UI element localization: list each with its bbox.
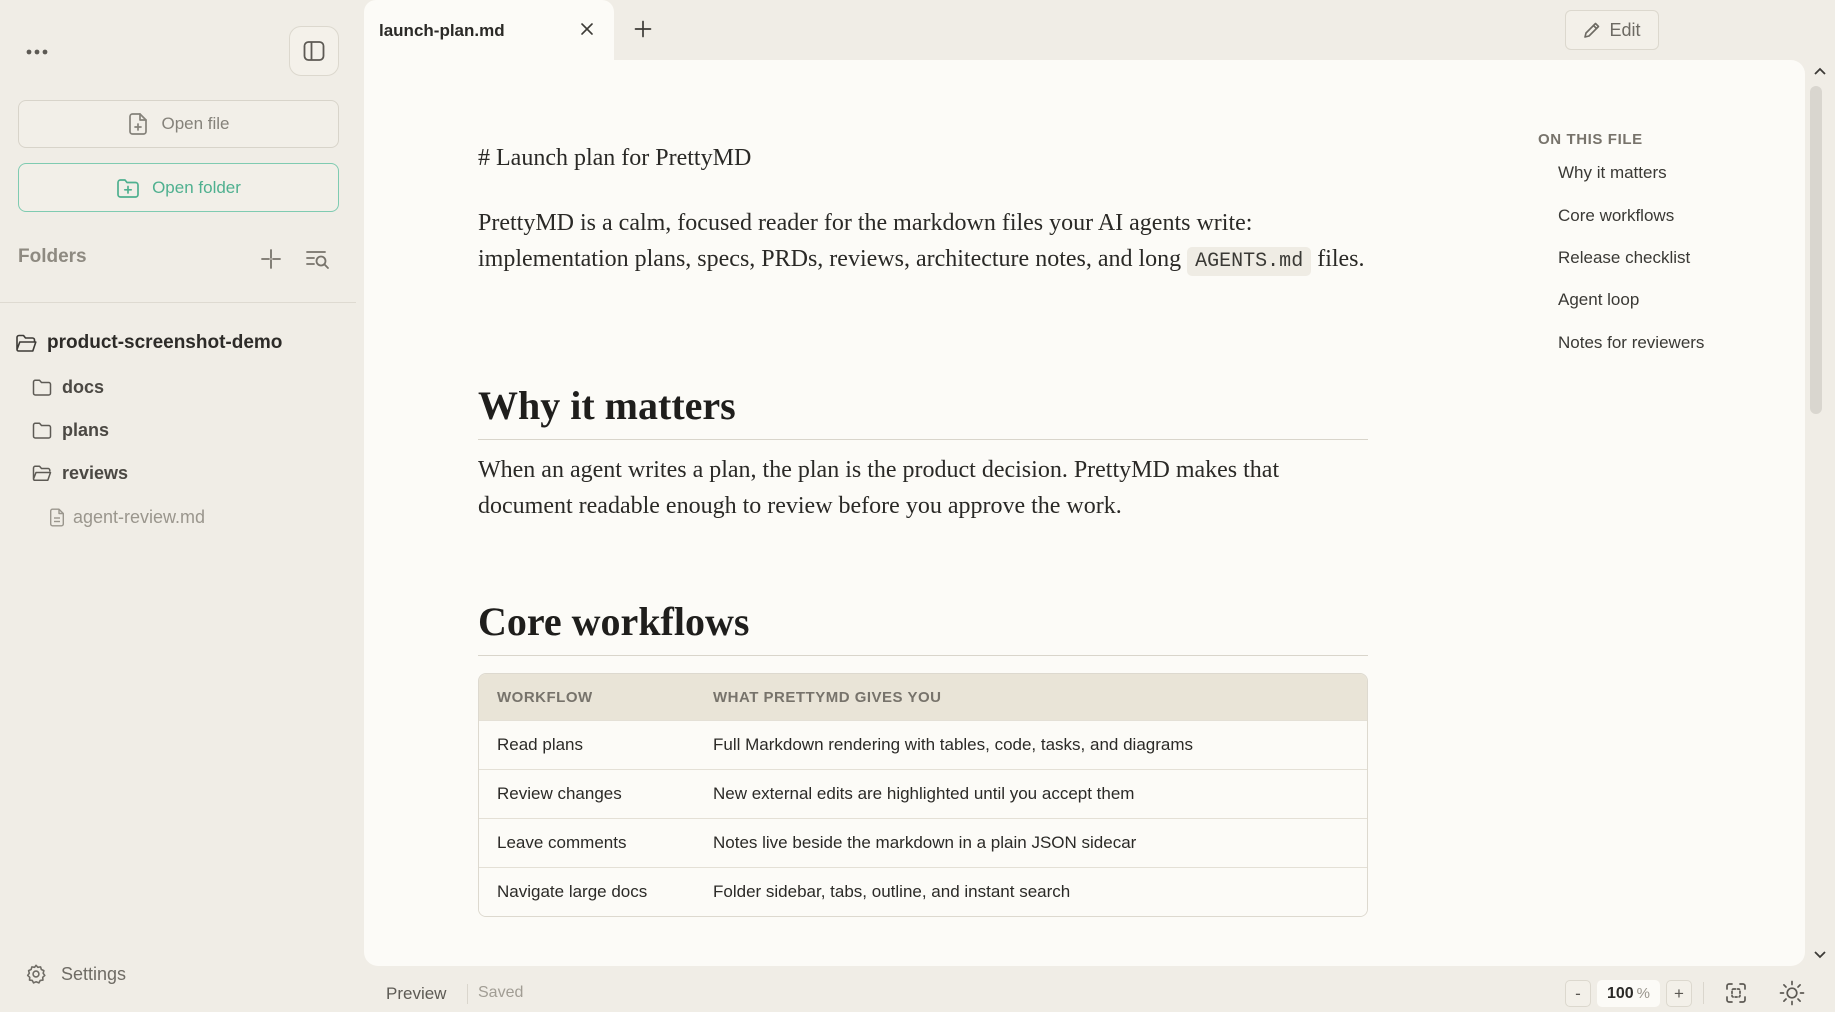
tree-folder-plans[interactable]: plans (32, 420, 109, 441)
tree-file-label: agent-review.md (73, 507, 206, 527)
zoom-input[interactable]: 100 % (1597, 980, 1660, 1007)
table-row: Review changes New external edits are hi… (479, 769, 1367, 818)
table-cell: Navigate large docs (497, 882, 648, 901)
more-icon (26, 49, 48, 55)
outline-item-why-it-matters[interactable]: Why it matters (1558, 163, 1667, 183)
folder-open-icon (15, 334, 37, 353)
heading-rule (478, 655, 1368, 656)
toggle-sidebar-button[interactable] (289, 26, 339, 76)
section-heading-workflows: Core workflows (478, 598, 1368, 656)
plus-icon (634, 20, 652, 38)
chevron-up-icon (1813, 66, 1827, 76)
sidebar-toggle-icon (302, 39, 326, 63)
table-cell: Review changes (497, 784, 622, 803)
zoom-in-button[interactable]: + (1666, 980, 1692, 1007)
heading-rule (478, 439, 1368, 440)
collapse-all-button[interactable] (256, 244, 286, 274)
zoom-out-button[interactable]: - (1565, 980, 1591, 1007)
outline-item-core-workflows[interactable]: Core workflows (1558, 206, 1674, 226)
gear-icon (25, 963, 47, 985)
tree-root-folder[interactable]: product-screenshot-demo (15, 332, 282, 354)
folder-open-icon (32, 465, 52, 482)
search-files-button[interactable] (302, 244, 334, 274)
scroll-up-button[interactable] (1813, 66, 1827, 76)
status-divider (467, 984, 468, 1004)
table-cell: Full Markdown rendering with tables, cod… (713, 735, 1194, 754)
edit-label: Edit (1609, 19, 1641, 40)
file-icon (49, 508, 65, 527)
view-mode-label: Preview (386, 984, 447, 1003)
table-cell: Folder sidebar, tabs, outline, and insta… (713, 882, 1071, 901)
table-cell: Leave comments (497, 833, 627, 852)
tree-root-label: product-screenshot-demo (47, 332, 283, 353)
intro-paragraph: PrettyMD is a calm, focused reader for t… (478, 206, 1368, 279)
folders-heading: Folders (18, 246, 87, 267)
intro-text-end: files. (1311, 245, 1365, 272)
folder-icon (32, 422, 52, 439)
close-icon (580, 22, 594, 36)
open-folder-label: Open folder (152, 177, 241, 197)
edit-button[interactable]: Edit (1565, 10, 1659, 50)
more-menu-button[interactable] (20, 37, 54, 67)
open-folder-button[interactable]: Open folder (18, 163, 339, 212)
collapse-icon (260, 248, 282, 270)
table-row: Read plans Full Markdown rendering with … (479, 720, 1367, 769)
inline-code: AGENTS.md (1187, 246, 1312, 276)
tree-folder-docs[interactable]: docs (32, 377, 104, 398)
scroll-down-button[interactable] (1813, 950, 1827, 960)
sun-icon (1779, 980, 1805, 1006)
tree-folder-label: plans (62, 420, 110, 440)
tree-folder-reviews[interactable]: reviews (32, 463, 128, 484)
tree-folder-label: docs (62, 377, 105, 397)
table-cell: Notes live beside the markdown in a plai… (713, 833, 1137, 852)
chevron-down-icon (1813, 950, 1827, 960)
document-pane[interactable]: # Launch plan for PrettyMD PrettyMD is a… (364, 60, 1805, 966)
file-plus-icon (127, 112, 149, 136)
open-file-label: Open file (161, 114, 230, 133)
search-list-icon (305, 248, 331, 270)
fit-screen-icon (1724, 981, 1748, 1005)
heading-text: Why it matters (478, 383, 736, 428)
open-file-button[interactable]: Open file (18, 100, 339, 148)
theme-toggle-button[interactable] (1779, 980, 1805, 1006)
intro-text: PrettyMD is a calm, focused reader for t… (478, 210, 1253, 272)
outline-title: ON THIS FILE (1538, 131, 1643, 148)
tab-title: launch-plan.md (379, 21, 505, 40)
workflows-table: WORKFLOW WHAT PRETTYMD GIVES YOU Read pl… (478, 673, 1368, 917)
table-header-cell: WORKFLOW (497, 688, 593, 706)
pencil-icon (1583, 21, 1601, 39)
folder-icon (32, 379, 52, 396)
zoom-value: 100 (1606, 984, 1634, 1002)
sidebar: Open file Open folder Folders product-sc… (0, 0, 360, 1012)
table-cell: Read plans (497, 735, 584, 754)
heading-text: Core workflows (478, 599, 750, 644)
table-cell: New external edits are highlighted until… (713, 784, 1135, 803)
table-header-row: WORKFLOW WHAT PRETTYMD GIVES YOU (479, 674, 1367, 720)
tree-file-agent-review[interactable]: agent-review.md (49, 507, 205, 528)
zoom-unit: % (1636, 985, 1651, 1002)
table-header-cell: WHAT PRETTYMD GIVES YOU (713, 688, 942, 706)
why-paragraph: When an agent writes a plan, the plan is… (478, 457, 1280, 519)
section-heading-why: Why it matters (478, 382, 1368, 440)
folder-plus-icon (116, 177, 140, 199)
raw-title-heading: # Launch plan for PrettyMD (478, 145, 752, 171)
settings-label: Settings (61, 963, 127, 984)
close-tab-button[interactable] (575, 17, 599, 41)
fit-width-button[interactable] (1724, 981, 1748, 1005)
table-row: Leave comments Notes live beside the mar… (479, 818, 1367, 867)
settings-button[interactable]: Settings (25, 963, 126, 985)
sidebar-divider (0, 302, 356, 303)
outline-item-release-checklist[interactable]: Release checklist (1558, 248, 1690, 268)
table-row: Navigate large docs Folder sidebar, tabs… (479, 867, 1367, 916)
save-status: Saved (478, 984, 524, 1001)
new-tab-button[interactable] (630, 16, 656, 42)
outline-item-notes-for-reviewers[interactable]: Notes for reviewers (1558, 333, 1704, 353)
status-divider (1703, 982, 1704, 1004)
tree-folder-label: reviews (62, 463, 129, 483)
tab-launch-plan[interactable]: launch-plan.md (364, 0, 614, 62)
outline-item-agent-loop[interactable]: Agent loop (1558, 290, 1639, 310)
scrollbar-thumb[interactable] (1810, 86, 1822, 414)
